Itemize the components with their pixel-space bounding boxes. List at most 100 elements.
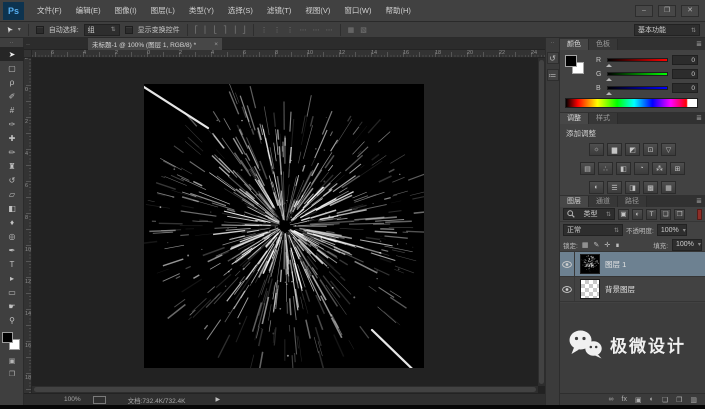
pasteboard[interactable]: [32, 58, 545, 393]
tab-styles[interactable]: 样式: [589, 113, 618, 124]
status-options-arrow-icon[interactable]: ▶: [215, 396, 220, 403]
dodge-tool[interactable]: ◎: [0, 229, 24, 243]
lock-position-icon[interactable]: ✛: [604, 241, 610, 249]
fill-dropdown[interactable]: 100% ▾: [672, 238, 702, 251]
color-spectrum-ramp[interactable]: [565, 98, 698, 108]
align-vertical-centers-icon[interactable]: ⎥: [233, 26, 237, 34]
auto-select-target-dropdown[interactable]: 组 ⇅: [83, 23, 120, 36]
distribute-left-edges-icon[interactable]: ⋯: [300, 26, 307, 34]
tool-preset-arrow-icon[interactable]: ▾: [18, 26, 21, 33]
path-selection-tool[interactable]: ▸: [0, 271, 24, 285]
hand-tool[interactable]: ☛: [0, 299, 24, 313]
tab-color[interactable]: 颜色: [560, 39, 589, 50]
menu-view[interactable]: 视图(V): [298, 0, 337, 22]
adjustment-icon[interactable]: ◐: [589, 181, 604, 194]
channel-slider[interactable]: [606, 72, 668, 81]
layer-row-layer-1[interactable]: 图层 1: [560, 252, 705, 277]
tab-paths[interactable]: 路径: [618, 196, 647, 207]
quick-mask-button[interactable]: ▣: [0, 354, 24, 367]
lock-transparent-pixels-icon[interactable]: ▦: [582, 241, 589, 249]
tab-adjustments[interactable]: 调整: [560, 113, 589, 124]
filter-type-layers-icon[interactable]: T: [646, 208, 657, 220]
adjustment-icon[interactable]: ▤: [580, 162, 595, 175]
maximize-button[interactable]: ❐: [658, 5, 676, 17]
scrollbar-thumb[interactable]: [34, 387, 536, 392]
clone-stamp-tool[interactable]: ♜: [0, 159, 24, 173]
pen-tool[interactable]: ✒: [0, 243, 24, 257]
distribute-vertical-centers-icon[interactable]: ⋮: [274, 26, 281, 34]
filter-shape-layers-icon[interactable]: ❏: [660, 208, 671, 220]
horizontal-scrollbar[interactable]: [32, 386, 538, 393]
layer-row-background[interactable]: 背景图层: [560, 277, 705, 302]
adjustment-icon[interactable]: ▆: [607, 143, 622, 156]
workspace-switcher[interactable]: 基本功能 ⇅: [634, 24, 700, 36]
adjustment-icon[interactable]: ☰: [607, 181, 622, 194]
add-layer-mask-icon[interactable]: ▣: [635, 396, 642, 404]
menu-image[interactable]: 图像(I): [108, 0, 144, 22]
move-tool[interactable]: ➤: [0, 47, 24, 61]
distribute-right-edges-icon[interactable]: ⋯: [326, 26, 333, 34]
distribute-bottom-edges-icon[interactable]: ⋮: [287, 26, 294, 34]
align-right-edges-icon[interactable]: ⎣: [214, 26, 218, 34]
rectangle-shape-tool[interactable]: ▭: [0, 285, 24, 299]
gradient-tool[interactable]: ◧: [0, 201, 24, 215]
rectangular-marquee-tool[interactable]: ▢: [0, 61, 24, 75]
crop-tool[interactable]: #: [0, 103, 24, 117]
menu-type[interactable]: 类型(Y): [182, 0, 221, 22]
align-top-edges-icon[interactable]: ⎤: [223, 26, 227, 34]
align-bottom-edges-icon[interactable]: ⎦: [242, 26, 246, 34]
eraser-tool[interactable]: ▱: [0, 187, 24, 201]
zoom-tool[interactable]: ⚲: [0, 313, 24, 327]
adjustment-icon[interactable]: ∴: [598, 162, 613, 175]
show-transform-checkbox[interactable]: [124, 25, 133, 34]
type-tool[interactable]: T: [0, 257, 24, 271]
dock-drag-dots-icon[interactable]: ‥: [546, 38, 559, 47]
scrollbar-thumb[interactable]: [539, 60, 544, 384]
collapsed-properties-panel-icon[interactable]: ≔: [546, 69, 559, 81]
foreground-color-swatch[interactable]: [2, 332, 13, 343]
visibility-toggle[interactable]: [560, 252, 575, 276]
menu-layer[interactable]: 图层(L): [144, 0, 182, 22]
lasso-tool[interactable]: ρ: [0, 75, 24, 89]
channel-value[interactable]: 0: [672, 83, 698, 93]
canvas[interactable]: [144, 84, 424, 368]
menu-help[interactable]: 帮助(H): [379, 0, 418, 22]
tab-channels[interactable]: 通道: [589, 196, 618, 207]
delete-layer-icon[interactable]: ▥: [690, 396, 697, 404]
visibility-toggle[interactable]: [560, 277, 575, 301]
tab-swatches[interactable]: 色板: [589, 39, 618, 50]
layer-filter-toggle[interactable]: [697, 208, 702, 220]
panel-menu-icon[interactable]: ≣: [696, 197, 702, 205]
adjustment-icon[interactable]: ◩: [625, 143, 640, 156]
tab-layers[interactable]: 图层: [560, 196, 589, 207]
layer-style-icon[interactable]: fx: [622, 396, 627, 403]
blend-mode-dropdown[interactable]: 正常 ⇅: [563, 224, 623, 236]
minimize-button[interactable]: –: [635, 5, 653, 17]
adjustment-icon[interactable]: ◔: [634, 162, 649, 175]
layer-thumbnail[interactable]: [580, 254, 600, 274]
close-button[interactable]: ✕: [681, 5, 699, 17]
filter-pixel-layers-icon[interactable]: ▣: [618, 208, 629, 220]
zoom-level[interactable]: 100%: [64, 396, 81, 403]
align-horizontal-centers-icon[interactable]: ⎢: [204, 26, 208, 34]
link-layers-icon[interactable]: ∞: [609, 396, 614, 403]
channel-slider[interactable]: [606, 86, 668, 95]
adjustment-icon[interactable]: ⁂: [652, 162, 667, 175]
filter-adjustment-layers-icon[interactable]: ◐: [632, 208, 643, 220]
adjustment-icon[interactable]: ▦: [661, 181, 676, 194]
adjustment-icon[interactable]: ◨: [625, 181, 640, 194]
new-adjustment-layer-icon[interactable]: ◐: [650, 396, 654, 403]
adjustment-icon[interactable]: ▽: [661, 143, 676, 156]
adjustment-icon[interactable]: ☼: [589, 143, 604, 156]
channel-value[interactable]: 0: [672, 55, 698, 65]
panel-menu-icon[interactable]: ≣: [696, 114, 702, 122]
quick-selection-tool[interactable]: ✐: [0, 89, 24, 103]
3d-mode-icon[interactable]: ▧: [360, 26, 367, 34]
screen-mode-button[interactable]: ❐: [0, 367, 24, 380]
opacity-dropdown[interactable]: 100% ▾: [656, 224, 687, 236]
spot-healing-brush-tool[interactable]: ✚: [0, 131, 24, 145]
lock-all-icon[interactable]: ∎: [615, 241, 619, 249]
document-tab[interactable]: 未标题-1 @ 100% (图层 1, RGB/8) * ×: [88, 38, 222, 50]
close-tab-icon[interactable]: ×: [214, 41, 218, 48]
layer-filter-type-dropdown[interactable]: 类型 ⇅: [563, 208, 615, 220]
